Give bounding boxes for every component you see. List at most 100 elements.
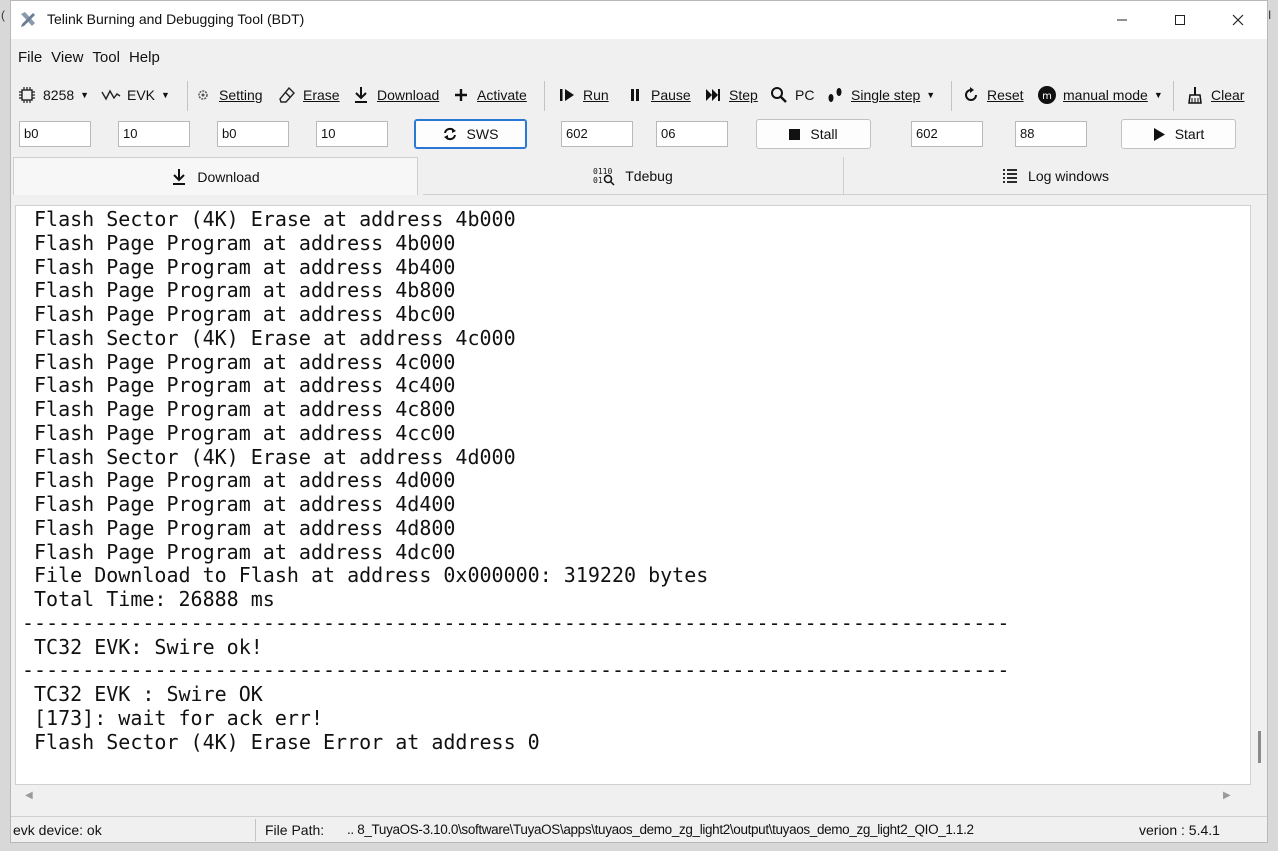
maximize-button[interactable]: [1151, 1, 1209, 39]
app-tools-icon: [19, 11, 37, 29]
pc-button[interactable]: PC: [769, 77, 814, 113]
list-icon: [1002, 168, 1018, 184]
log-line: Total Time: 26888 ms: [34, 587, 275, 611]
horizontal-scrollbar[interactable]: ◀ ▶: [15, 785, 1251, 809]
mode-label: manual mode: [1063, 87, 1148, 103]
sws-button[interactable]: SWS: [414, 119, 527, 149]
minimize-button[interactable]: [1093, 1, 1151, 39]
step-button[interactable]: Step: [703, 77, 758, 113]
step-label: Step: [729, 87, 758, 103]
svg-text:01: 01: [593, 176, 603, 185]
mode-select-button[interactable]: m manual mode ▼: [1037, 77, 1163, 113]
chip-label: 8258: [43, 87, 75, 103]
menu-help[interactable]: Help: [129, 49, 160, 66]
svg-text:m: m: [1042, 91, 1052, 102]
chevron-down-icon: ▼: [80, 90, 90, 100]
download-toolbar-button[interactable]: Download: [351, 77, 439, 113]
broom-icon: [1185, 85, 1205, 105]
log-line: Flash Page Program at address 4d800: [34, 515, 456, 540]
scroll-right-icon[interactable]: ▶: [1223, 790, 1231, 801]
value-field-4[interactable]: 88: [1015, 121, 1087, 147]
play-icon: [1153, 127, 1165, 141]
chip-select-button[interactable]: 8258 ▼: [17, 77, 89, 113]
menu-tool[interactable]: Tool: [92, 49, 120, 66]
address-field-4[interactable]: 602: [911, 121, 983, 147]
log-line: Flash Page Program at address 4c400: [34, 373, 456, 398]
tab-tdebug[interactable]: 0110 01 Tdebug: [423, 157, 844, 195]
vertical-scroll-thumb[interactable]: [1258, 731, 1261, 763]
tab-download-label: Download: [197, 168, 260, 185]
stall-label: Stall: [810, 126, 838, 142]
clear-button[interactable]: Clear: [1185, 77, 1244, 113]
reset-button[interactable]: Reset: [961, 77, 1024, 113]
address-field-2[interactable]: b0: [217, 121, 289, 147]
tab-log-windows[interactable]: Log windows: [844, 157, 1267, 195]
register-input-row: b0 10 b0 10 SWS 602 06 Stall 602 88 Star…: [11, 119, 1267, 151]
svg-text:0110: 0110: [593, 167, 612, 176]
value-field-3[interactable]: 06: [656, 121, 728, 147]
menu-view[interactable]: View: [51, 49, 83, 66]
chevron-down-icon: ▼: [161, 90, 170, 100]
activate-label: Activate: [477, 87, 527, 103]
log-line: Flash Sector (4K) Erase at address 4d000: [34, 444, 516, 469]
stop-icon: [789, 128, 801, 140]
desktop-edge-glyph: (: [1, 8, 5, 22]
plus-icon: [451, 85, 471, 105]
vertical-scrollbar[interactable]: [1252, 205, 1266, 785]
log-line: Flash Sector (4K) Erase Error at address…: [34, 729, 540, 754]
download-label: Download: [377, 87, 440, 103]
run-label: Run: [583, 87, 609, 103]
single-step-button[interactable]: Single step ▼: [825, 77, 935, 113]
erase-label: Erase: [303, 87, 340, 103]
pause-label: Pause: [651, 87, 691, 103]
maximize-icon: [1175, 15, 1185, 25]
erase-button[interactable]: Erase: [277, 77, 340, 113]
log-line: TC32 EVK: Swire ok!: [34, 634, 263, 659]
tab-download[interactable]: Download: [13, 157, 418, 195]
single-step-label: Single step: [851, 87, 921, 103]
gear-icon: [193, 85, 213, 105]
log-line: Flash Page Program at address 4d400: [34, 492, 456, 516]
menu-file[interactable]: File: [18, 49, 42, 66]
toolbar-divider: [951, 81, 952, 111]
status-bar: evk device: ok File Path: .. 8_TuyaOS-3.…: [11, 816, 1267, 842]
magnifier-icon: [769, 85, 789, 105]
menu-bar: File View Tool Help: [11, 39, 1267, 75]
log-line: Flash Page Program at address 4dc00: [34, 539, 456, 564]
value-field-1[interactable]: 10: [118, 121, 190, 147]
download-icon: [351, 85, 371, 105]
pause-button[interactable]: Pause: [625, 77, 691, 113]
address-field-3[interactable]: 602: [561, 121, 633, 147]
minimize-icon: [1117, 19, 1127, 21]
log-separator: ----------------------------------------…: [22, 659, 1010, 683]
step-icon: [703, 85, 723, 105]
reset-label: Reset: [987, 87, 1024, 103]
value-field-2[interactable]: 10: [316, 121, 388, 147]
board-select-button[interactable]: EVK ▼: [101, 77, 170, 113]
stall-button[interactable]: Stall: [756, 119, 871, 149]
desktop-edge-glyph-right: I: [1268, 8, 1272, 22]
setting-button[interactable]: Setting: [193, 77, 263, 113]
log-line: Flash Page Program at address 4b000: [34, 230, 456, 255]
activate-button[interactable]: Activate: [451, 77, 527, 113]
device-status: evk device: ok: [13, 822, 102, 838]
run-button[interactable]: Run: [557, 77, 609, 113]
tab-tdebug-label: Tdebug: [625, 167, 673, 184]
toolbar-divider: [544, 81, 545, 111]
close-button[interactable]: [1209, 1, 1267, 39]
scroll-left-icon[interactable]: ◀: [25, 790, 33, 801]
chevron-down-icon: ▼: [1153, 90, 1163, 100]
tab-bar: Download 0110 01 Tdebug Log windows: [11, 157, 1267, 195]
log-line: Flash Page Program at address 4c000: [34, 349, 456, 374]
file-path-value: .. 8_TuyaOS-3.10.0\software\TuyaOS\apps\…: [347, 822, 974, 837]
log-line: Flash Page Program at address 4d000: [34, 468, 456, 493]
mode-icon: m: [1037, 85, 1057, 105]
board-label: EVK: [127, 87, 156, 103]
refresh-icon: [443, 127, 457, 141]
pause-icon: [625, 85, 645, 105]
start-button[interactable]: Start: [1121, 119, 1236, 149]
log-output[interactable]: Flash Sector (4K) Erase at address 4b000…: [15, 205, 1251, 785]
address-field-1[interactable]: b0: [19, 121, 91, 147]
clear-label: Clear: [1211, 87, 1245, 103]
status-divider: [255, 819, 256, 841]
